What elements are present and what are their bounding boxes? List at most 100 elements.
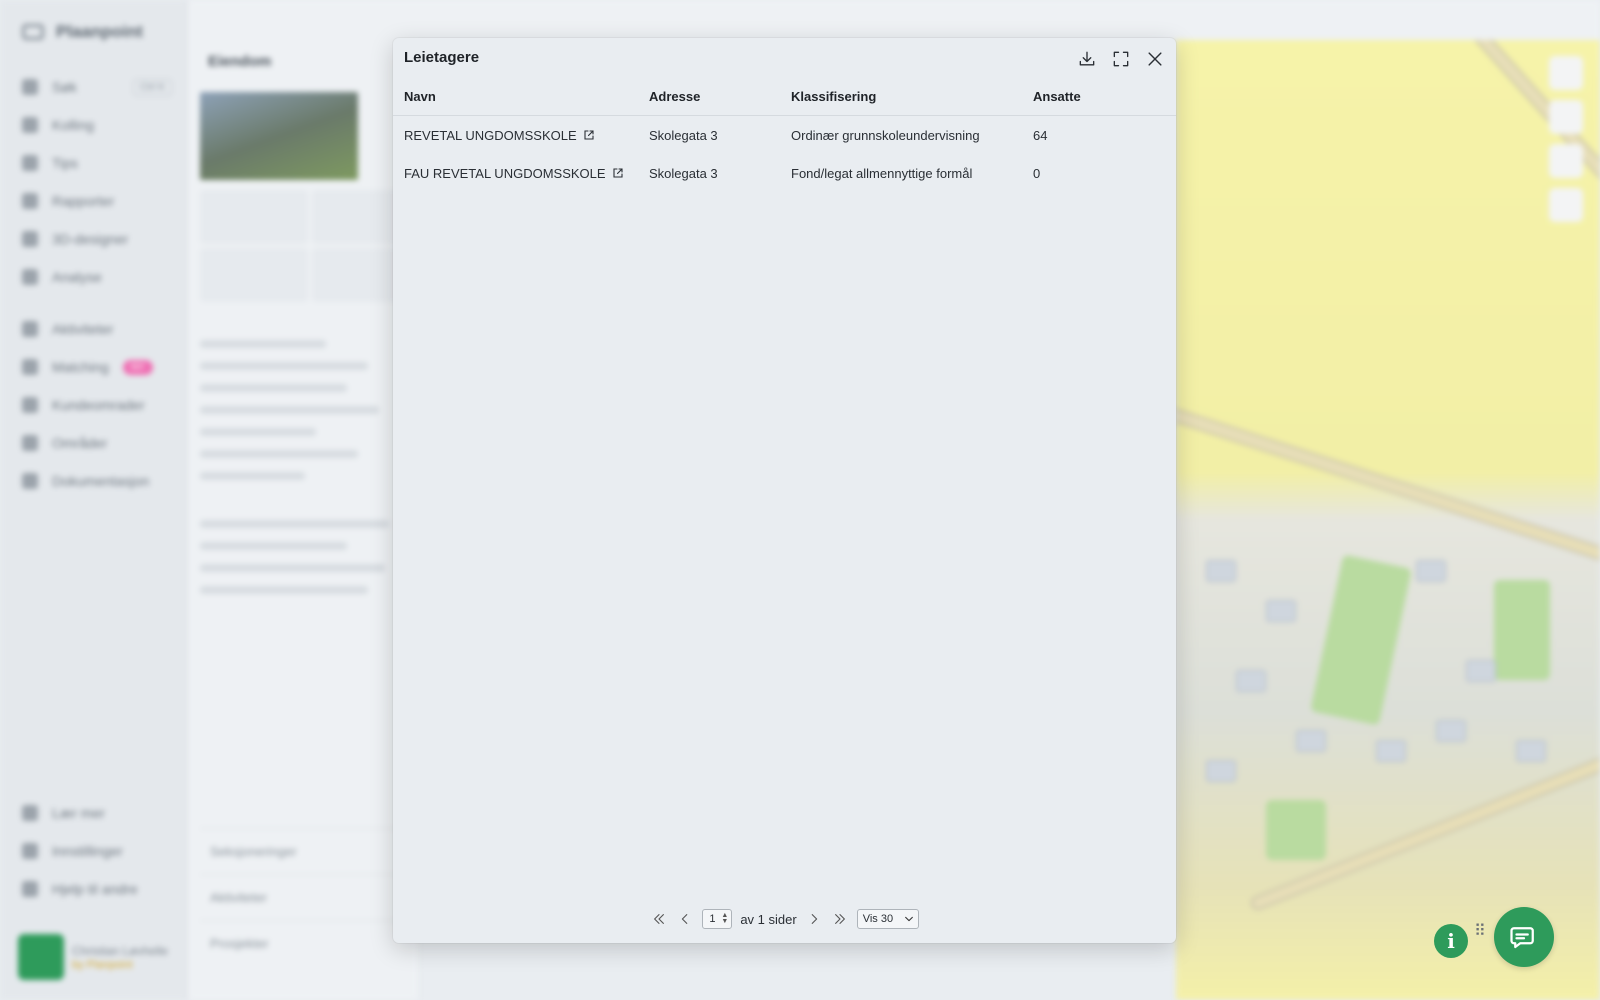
close-button[interactable] [1144, 48, 1166, 70]
sidebar-item-documentation[interactable]: Dokumentasjon [22, 462, 172, 500]
panel-title: Eiendom [208, 53, 272, 70]
user-profile[interactable]: Christian Løvhelle by Planpoint [18, 933, 178, 981]
action-tile[interactable] [200, 248, 308, 302]
column-header-ansatte[interactable]: Ansatte [1033, 89, 1133, 104]
double-chevron-right-icon [834, 914, 845, 924]
sidebar-item-settings[interactable]: Innstillinger [22, 832, 172, 870]
chat-icon [1510, 927, 1534, 949]
search-icon [22, 79, 38, 95]
user-name: Christian Løvhelle [72, 944, 169, 958]
sidebar-item-reports[interactable]: Rapporter [22, 182, 172, 220]
chevron-left-icon [682, 914, 688, 924]
sidebar: Plaanpoint Søk Ctrl K Kolling Tips Rappor… [0, 0, 187, 1000]
map-measure-button[interactable] [1549, 144, 1583, 178]
report-icon [22, 193, 38, 209]
first-page-button[interactable] [650, 910, 668, 928]
page-size-select[interactable]: Vis 30 [856, 909, 919, 929]
column-header-navn[interactable]: Navn [393, 89, 649, 104]
section-aktiviteter[interactable]: Aktiviteter [200, 874, 415, 920]
matching-icon [22, 359, 38, 375]
sidebar-item-customer-areas[interactable]: Kundeomrader [22, 386, 172, 424]
app-logo: Plaanpoint [22, 22, 143, 42]
sidebar-item-kolling[interactable]: Kolling [22, 106, 172, 144]
sidebar-item-areas[interactable]: Områder [22, 424, 172, 462]
cube-icon [22, 231, 38, 247]
table-header: Navn Adresse Klassifisering Ansatte [393, 78, 1176, 116]
section-seksjoneringer[interactable]: Seksjoneringer [200, 828, 415, 874]
gear-icon [22, 843, 38, 859]
phone-icon [22, 117, 38, 133]
property-panel: Eiendom Seksjoneringer Aktiviteter Prosj… [188, 0, 420, 1000]
area-icon [22, 435, 38, 451]
action-tile[interactable] [200, 190, 308, 244]
page-number-input[interactable]: 1 ▲ ▼ [702, 909, 733, 929]
map-view[interactable] [1176, 40, 1600, 1000]
chat-button[interactable] [1494, 907, 1554, 967]
tenant-employees: 64 [1033, 127, 1048, 143]
table-row: FAU REVETAL UNGDOMSSKOLE Skolegata 3 Fon… [393, 154, 1176, 192]
panel-footer: Seksjoneringer Aktiviteter Prosjekter [200, 828, 415, 966]
panel-action-tiles [200, 190, 420, 302]
user-org: by Planpoint [72, 959, 133, 971]
fullscreen-button[interactable] [1110, 48, 1132, 70]
sidebar-item-activities[interactable]: Aktiviteter [22, 310, 172, 348]
column-header-adresse[interactable]: Adresse [649, 89, 791, 104]
sidebar-item-matching[interactable]: Matching NY [22, 348, 172, 386]
top-toolbar [418, 0, 1600, 40]
tenant-classification: Fond/legat allmennyttige formål [791, 165, 973, 181]
analysis-icon [22, 269, 38, 285]
property-photo [200, 92, 358, 180]
tenants-table: Navn Adresse Klassifisering Ansatte REVE… [393, 78, 1176, 192]
modal-actions [1076, 48, 1166, 70]
map-edit-button[interactable] [1549, 188, 1583, 222]
sidebar-item-3d-designer[interactable]: 3D-designer [22, 220, 172, 258]
new-badge: NY [122, 359, 153, 375]
previous-page-button[interactable] [676, 910, 694, 928]
double-chevron-left-icon [654, 914, 665, 924]
tenant-name-link[interactable]: FAU REVETAL UNGDOMSSKOLE [393, 166, 649, 181]
pagination: 1 ▲ ▼ av 1 sider Vis 30 [393, 908, 1176, 930]
info-icon: i [1447, 929, 1455, 953]
bottom-nav: Lær mer Innstillinger Hjelp til andre [22, 794, 172, 908]
chevron-down-icon [904, 916, 913, 922]
stepper-icon[interactable]: ▲ ▼ [721, 912, 728, 925]
tenant-name-link[interactable]: REVETAL UNGDOMSSKOLE [393, 128, 649, 143]
table-row: REVETAL UNGDOMSSKOLE Skolegata 3 Ordinær… [393, 116, 1176, 154]
tenant-address: Skolegata 3 [649, 127, 718, 143]
book-icon [22, 805, 38, 821]
close-icon [1148, 52, 1162, 66]
help-icon [22, 881, 38, 897]
tips-icon [22, 155, 38, 171]
info-button[interactable]: i [1434, 924, 1468, 958]
sidebar-item-tips[interactable]: Tips [22, 144, 172, 182]
chevron-right-icon [811, 914, 817, 924]
map-layers-button[interactable] [1549, 100, 1583, 134]
tenant-address: Skolegata 3 [649, 165, 718, 181]
tenant-employees: 0 [1033, 165, 1041, 181]
avatar [18, 934, 64, 980]
sidebar-item-learn-more[interactable]: Lær mer [22, 794, 172, 832]
page-count-text: av 1 sider [740, 911, 797, 927]
external-link-icon[interactable] [612, 167, 624, 179]
document-icon [22, 473, 38, 489]
fullscreen-icon [1113, 51, 1129, 67]
sidebar-item-analysis[interactable]: Analyse [22, 258, 172, 296]
drag-handle-icon[interactable]: ⠿ [1474, 924, 1488, 954]
last-page-button[interactable] [831, 910, 849, 928]
sidebar-item-search[interactable]: Søk Ctrl K [22, 68, 172, 106]
panel-details [200, 340, 410, 608]
map-zoom-button[interactable] [1549, 56, 1583, 90]
app-name: Plaanpoint [56, 22, 143, 41]
secondary-nav: Aktiviteter Matching NY Kundeomrader Områ… [22, 310, 172, 500]
section-prosjekter[interactable]: Prosjekter [200, 920, 415, 966]
tenant-classification: Ordinær grunnskoleundervisning [791, 127, 980, 143]
sidebar-item-help[interactable]: Hjelp til andre [22, 870, 172, 908]
activity-icon [22, 321, 38, 337]
main-nav: Søk Ctrl K Kolling Tips Rapporter 3D-desi… [22, 68, 172, 296]
next-page-button[interactable] [805, 910, 823, 928]
external-link-icon[interactable] [583, 129, 595, 141]
download-button[interactable] [1076, 48, 1098, 70]
column-header-klassifisering[interactable]: Klassifisering [791, 89, 1033, 104]
modal-title: Leietagere [404, 49, 480, 66]
folder-icon [22, 397, 38, 413]
